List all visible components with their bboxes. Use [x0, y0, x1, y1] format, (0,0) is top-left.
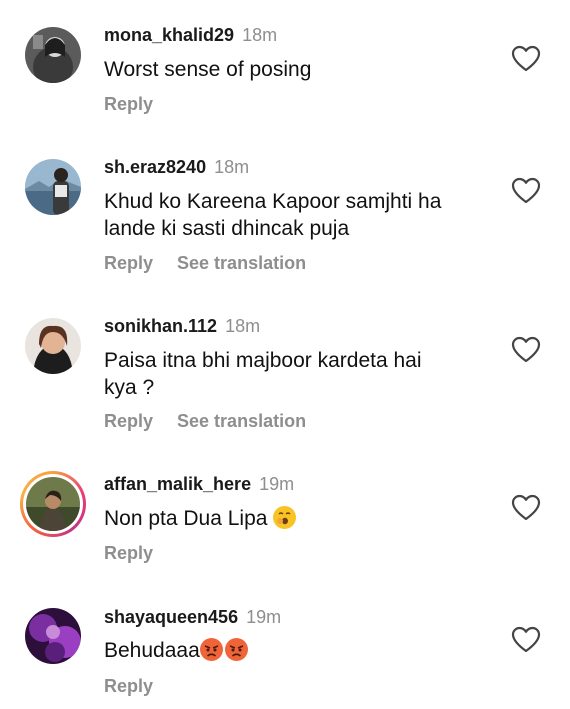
comment-actions: Reply: [104, 675, 153, 697]
timestamp: 19m: [246, 607, 282, 627]
heart-outline-icon[interactable]: [511, 336, 541, 364]
username[interactable]: shayaqueen456: [104, 607, 238, 627]
story-ring: [23, 474, 83, 534]
comment-header: mona_khalid29 18m: [104, 24, 277, 46]
avatar[interactable]: [25, 27, 81, 83]
comment-text-content: Behudaaa: [104, 639, 200, 662]
avatar-with-story-ring[interactable]: [20, 471, 86, 537]
yawning-face-emoji: [273, 506, 297, 529]
comment-text: Worst sense of posing: [104, 58, 312, 81]
comment-header: shayaqueen456 19m: [104, 606, 281, 628]
comment-text: Khud ko Kareena Kapoor samjhti ha lande …: [104, 190, 442, 240]
comment-actions: Reply See translation: [104, 252, 306, 274]
comment-actions: Reply See translation: [104, 410, 306, 432]
timestamp: 18m: [242, 25, 278, 45]
heart-outline-icon[interactable]: [511, 494, 541, 522]
timestamp: 18m: [214, 157, 250, 177]
avatar: [26, 477, 80, 531]
timestamp: 19m: [259, 474, 295, 494]
reply-button[interactable]: Reply: [104, 94, 153, 114]
comment-text: Non pta Dua Lipa: [104, 505, 484, 532]
reply-button[interactable]: Reply: [104, 543, 153, 563]
heart-outline-icon[interactable]: [511, 177, 541, 205]
comment-text: Behudaaa: [104, 637, 484, 664]
comment-text: Paisa itna bhi majboor kardeta hai kya ?: [104, 349, 422, 399]
angry-face-emoji: [224, 638, 248, 661]
username[interactable]: sh.eraz8240: [104, 157, 206, 177]
comment-text-content: Non pta Dua Lipa: [104, 507, 268, 530]
comment-actions: Reply: [104, 93, 153, 115]
angry-face-emoji: [199, 638, 223, 661]
username[interactable]: affan_malik_here: [104, 474, 251, 494]
username[interactable]: mona_khalid29: [104, 25, 234, 45]
reply-button[interactable]: Reply: [104, 676, 153, 696]
see-translation-button[interactable]: See translation: [177, 411, 306, 431]
comment-header: sh.eraz8240 18m: [104, 156, 249, 178]
reply-button[interactable]: Reply: [104, 253, 153, 273]
comment-actions: Reply: [104, 542, 153, 564]
heart-outline-icon[interactable]: [511, 45, 541, 73]
avatar[interactable]: [25, 608, 81, 664]
username[interactable]: sonikhan.112: [104, 316, 217, 336]
see-translation-button[interactable]: See translation: [177, 253, 306, 273]
timestamp: 18m: [225, 316, 261, 336]
avatar[interactable]: [25, 159, 81, 215]
heart-outline-icon[interactable]: [511, 626, 541, 654]
comment-header: sonikhan.112 18m: [104, 315, 260, 337]
comment-header: affan_malik_here 19m: [104, 473, 294, 495]
reply-button[interactable]: Reply: [104, 411, 153, 431]
avatar[interactable]: [25, 318, 81, 374]
